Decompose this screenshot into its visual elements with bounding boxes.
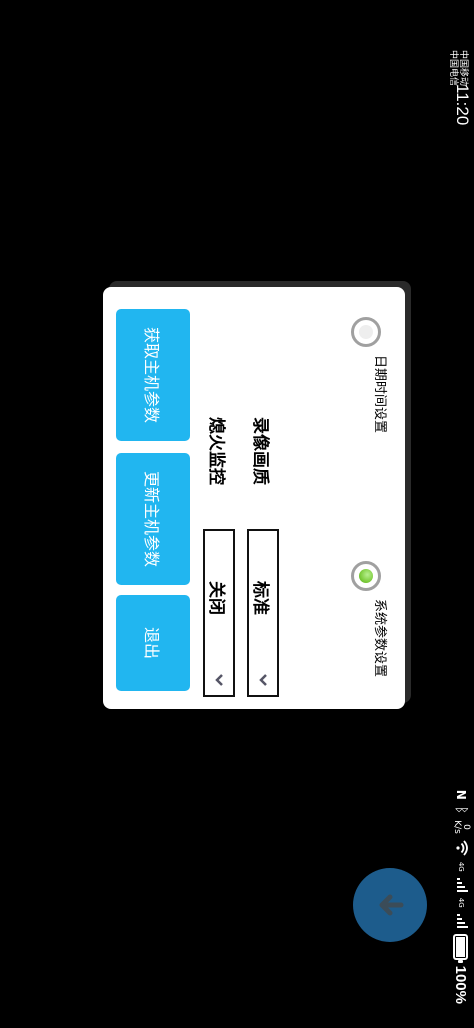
radio-dot <box>359 325 373 339</box>
signal-2-icon <box>454 913 468 928</box>
status-icons: N ᛒ 0 K/s 4G 4G 100% <box>452 789 471 1004</box>
signal-2-tech: 4G <box>457 897 465 908</box>
video-quality-label: 录像画质 <box>250 417 270 485</box>
status-bar: 中国移动 中国电信 11:20 N ᛒ 0 K/s 4G 4G 100% <box>430 0 474 1028</box>
radio-datetime-label: 日期时间设置 <box>372 355 388 434</box>
bluetooth-icon: ᛒ <box>453 805 469 815</box>
battery-icon <box>453 933 469 960</box>
chevron-down-icon <box>214 665 224 695</box>
video-quality-value: 标准 <box>250 581 271 615</box>
exit-button[interactable]: 退出 <box>116 595 190 691</box>
carrier-2: 中国电信 <box>448 50 458 87</box>
shutdown-monitor-label: 熄火监控 <box>206 417 226 485</box>
radio-system[interactable]: 系统参数设置 <box>351 560 388 677</box>
clock: 11:20 <box>453 84 472 126</box>
chevron-down-icon <box>258 665 268 695</box>
shutdown-monitor-value: 关闭 <box>206 581 227 615</box>
video-quality-select[interactable]: 标准 <box>247 529 279 697</box>
nfc-icon: N <box>454 789 468 800</box>
signal-1-icon <box>454 877 468 892</box>
radio-datetime-circle[interactable] <box>351 317 381 347</box>
get-params-button[interactable]: 获取主机参数 <box>116 309 190 441</box>
radio-dot <box>359 568 373 583</box>
network-speed: 0 K/s <box>452 820 471 834</box>
radio-system-circle[interactable] <box>351 560 381 591</box>
radio-datetime[interactable]: 日期时间设置 <box>351 317 388 433</box>
battery-percent: 100% <box>452 965 470 1004</box>
mode-radio-group: 日期时间设置 系统参数设置 <box>351 317 388 677</box>
settings-dialog: 日期时间设置 系统参数设置 录像画质 标准 熄火监控 关闭 获取主机参数 更新主… <box>103 287 405 709</box>
download-fab[interactable] <box>353 868 427 942</box>
carrier-labels: 中国移动 中国电信 <box>448 50 468 86</box>
net-speed-unit: K/s <box>452 820 462 834</box>
update-params-button[interactable]: 更新主机参数 <box>116 453 190 585</box>
radio-system-label: 系统参数设置 <box>372 598 388 677</box>
app-screen: 中国移动 中国电信 11:20 N ᛒ 0 K/s 4G 4G 100% 日期时… <box>0 0 474 1028</box>
shutdown-monitor-select[interactable]: 关闭 <box>203 529 235 697</box>
video-quality-row: 录像画质 标准 <box>245 417 279 697</box>
carrier-1: 中国移动 <box>458 50 468 87</box>
shutdown-monitor-row: 熄火监控 关闭 <box>201 417 235 697</box>
net-speed-value: 0 <box>461 824 471 830</box>
wifi-icon <box>454 840 469 856</box>
signal-1-tech: 4G <box>457 861 465 872</box>
arrow-down-icon <box>379 894 404 916</box>
